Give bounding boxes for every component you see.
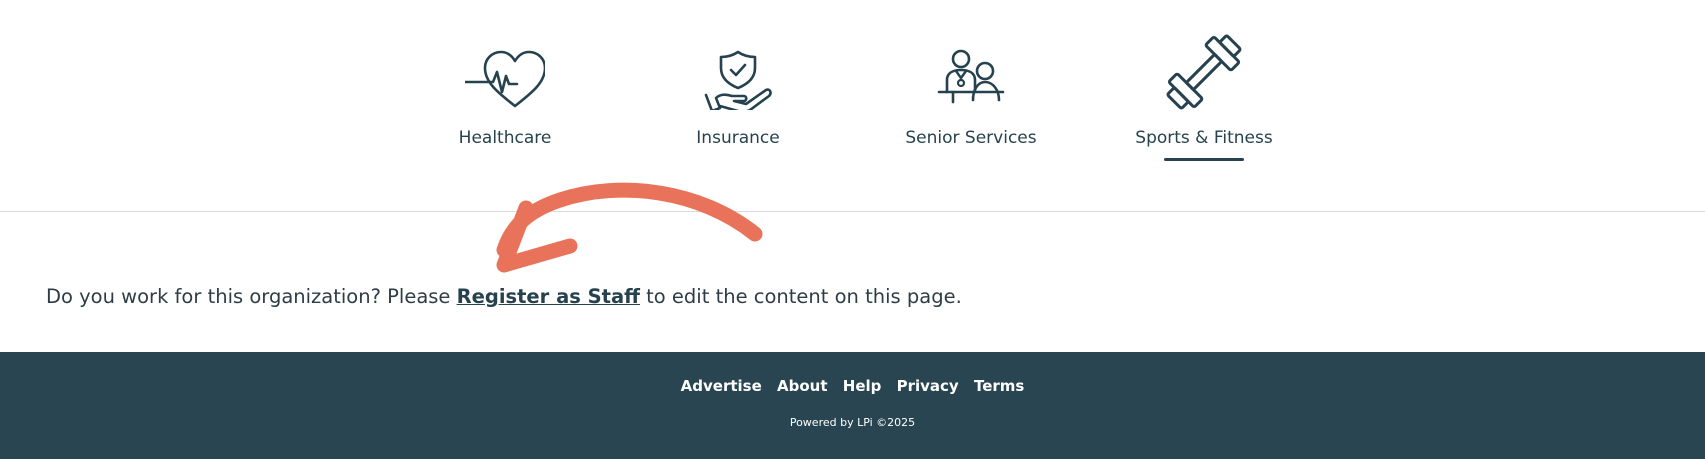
footer-link-help[interactable]: Help [843,377,882,395]
register-as-staff-link[interactable]: Register as Staff [457,285,640,308]
footer-link-privacy[interactable]: Privacy [897,377,959,395]
footer: Advertise About Help Privacy Terms Power… [0,352,1705,459]
footer-link-advertise[interactable]: Advertise [681,377,762,395]
footer-links: Advertise About Help Privacy Terms [0,377,1705,395]
staff-register-prompt: Do you work for this organization? Pleas… [46,285,962,308]
staff-prompt-text: Do you work for this organization? Pleas… [46,285,457,308]
footer-link-terms[interactable]: Terms [974,377,1024,395]
powered-by-text: Powered by LPi ©2025 [789,416,916,429]
staff-prompt-text-end: to edit the content on this page. [639,285,962,308]
footer-link-about[interactable]: About [777,377,828,395]
